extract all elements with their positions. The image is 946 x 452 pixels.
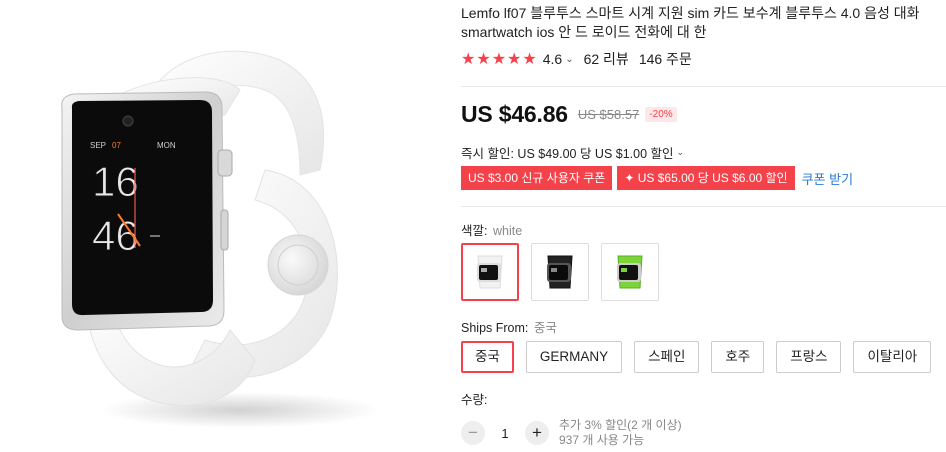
quantity-decrease-button[interactable]: − [461, 421, 485, 445]
original-price: US $58.57 [577, 107, 640, 122]
chevron-down-icon[interactable]: ⌄ [565, 54, 573, 65]
ship-option-france[interactable]: 프랑스 [776, 341, 842, 373]
smartwatch-image: SEP 07 MON 16 46 [61, 50, 380, 428]
color-label-text: 색깔: [461, 224, 488, 238]
get-coupons-link[interactable]: 쿠폰 받기 [802, 169, 853, 188]
swatch-white[interactable] [461, 243, 519, 301]
quantity-note: 추가 3% 할인(2 개 이상) 937 개 사용 가능 [559, 418, 682, 448]
product-title-line1: Lemfo lf07 블루투스 스마트 시계 지원 sim 카드 보수계 블루투… [461, 5, 920, 21]
price-row: US $46.86 US $58.57 -20% [461, 101, 677, 128]
quantity-stepper: − 1 + 추가 3% 할인(2 개 이상) 937 개 사용 가능 [461, 418, 682, 448]
color-swatches [461, 243, 659, 301]
quantity-input[interactable]: 1 [485, 426, 525, 441]
selected-ship-origin: 중국 [533, 321, 557, 335]
current-price: US $46.86 [461, 101, 568, 127]
product-image[interactable]: SEP 07 MON 16 46 [0, 0, 440, 452]
ships-from-label-text: Ships From: [461, 321, 529, 335]
watch-thumbnail-icon [477, 255, 503, 289]
star-icon: ★ [522, 51, 537, 68]
rating-stars: ★ ★ ★ ★ ★ [461, 49, 537, 69]
stock-available: 937 개 사용 가능 [559, 433, 645, 447]
product-title: Lemfo lf07 블루투스 스마트 시계 지원 sim 카드 보수계 블루투… [461, 4, 946, 42]
watch-face-month: SEP [90, 141, 106, 150]
store-coupon[interactable]: ✦ US $65.00 당 US $6.00 할인 [617, 166, 795, 190]
ship-option-australia[interactable]: 호주 [711, 341, 765, 373]
star-icon: ★ [461, 51, 476, 68]
product-title-line2: smartwatch ios 안 드 로이드 전화에 대 한 [461, 24, 707, 40]
ships-from-label: Ships From: 중국 [461, 317, 557, 336]
star-icon: ★ [491, 51, 507, 68]
divider [461, 86, 946, 87]
watch-face-weekday: MON [157, 141, 176, 150]
watch-thumbnail-icon [617, 255, 643, 289]
watch-face-day: 07 [112, 141, 121, 150]
selected-color: white [492, 224, 523, 238]
quantity-label: 수량: [461, 393, 488, 407]
reviews-link[interactable]: 62 리뷰 [584, 49, 629, 69]
instant-discount-text: 즉시 할인: US $49.00 당 US $1.00 할인 [461, 147, 674, 161]
ship-option-china[interactable]: 중국 [461, 341, 514, 373]
star-icon: ★ [507, 51, 522, 68]
ship-option-germany[interactable]: GERMANY [525, 341, 623, 373]
orders-count: 146 주문 [638, 51, 692, 67]
ship-option-italy[interactable]: 이탈리아 [853, 341, 932, 373]
rating-row: ★ ★ ★ ★ ★ 4.6 ⌄ 62 리뷰 146 주문 [461, 49, 692, 69]
watch-thumbnail-icon [547, 255, 573, 289]
product-info: Lemfo lf07 블루투스 스마트 시계 지원 sim 카드 보수계 블루투… [461, 0, 946, 452]
new-user-coupon[interactable]: US $3.00 신규 사용자 쿠폰 [461, 166, 613, 190]
coupon-row: US $3.00 신규 사용자 쿠폰 ✦ US $65.00 당 US $6.0… [461, 166, 853, 190]
ship-option-spain[interactable]: 스페인 [634, 341, 700, 373]
bulk-discount-note: 추가 3% 할인(2 개 이상) [559, 418, 682, 432]
swatch-black[interactable] [531, 243, 589, 301]
quantity-increase-button[interactable]: + [525, 421, 549, 445]
rating-value[interactable]: 4.6 [543, 51, 562, 67]
color-label: 색깔: white [461, 220, 522, 239]
chevron-down-icon: ⌄ [676, 147, 685, 157]
swatch-green[interactable] [601, 243, 659, 301]
instant-discount[interactable]: 즉시 할인: US $49.00 당 US $1.00 할인 ⌄ [461, 143, 684, 162]
discount-badge: -20% [645, 107, 677, 122]
ships-from-options: 중국 GERMANY 스페인 호주 프랑스 이탈리아 [461, 341, 932, 373]
watch-face-hour: 16 [92, 158, 139, 205]
star-icon: ★ [476, 51, 491, 68]
divider [461, 206, 946, 207]
